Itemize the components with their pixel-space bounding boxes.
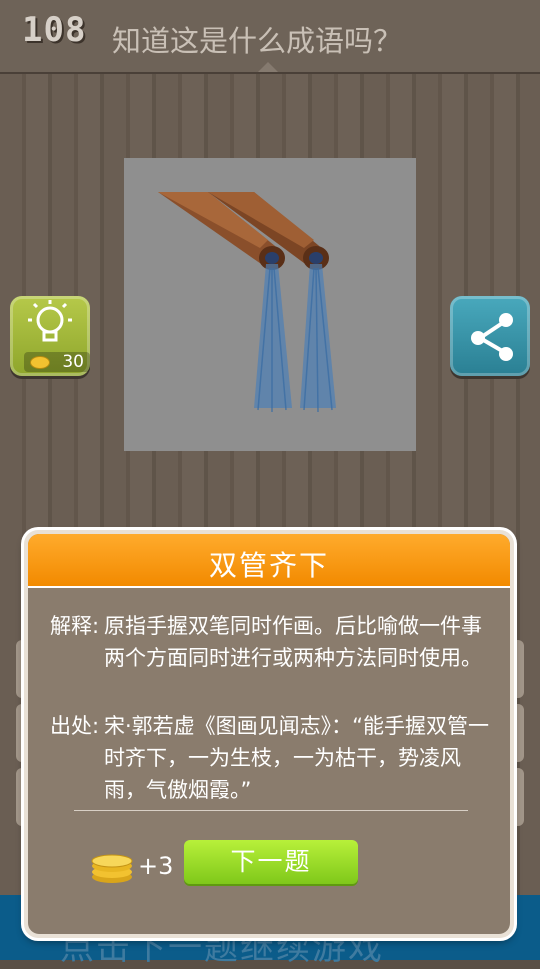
- puzzle-image: [124, 158, 416, 451]
- top-bar: 108 知道这是什么成语吗？: [0, 0, 540, 74]
- meaning-text: 原指手握双笔同时作画。后比喻做一件事两个方面同时进行或两种方法同时使用。: [104, 614, 482, 670]
- dialog-header: 双管齐下: [28, 534, 510, 588]
- dialog-divider: [74, 810, 468, 811]
- dialog-body: 双管齐下 解释: 原指手握双笔同时作画。后比喻做一件事两个方面同时进行或两种方法…: [28, 534, 510, 934]
- coin-reward: +3: [138, 852, 174, 880]
- lightbulb-icon: [28, 300, 72, 342]
- answer-dialog: 双管齐下 解释: 原指手握双笔同时作画。后比喻做一件事两个方面同时进行或两种方法…: [24, 530, 514, 938]
- coin-icon: [30, 356, 50, 369]
- source-label: 出处:: [50, 714, 100, 738]
- hint-cost: 30: [24, 352, 90, 372]
- hint-cost-value: 30: [62, 352, 84, 372]
- share-button[interactable]: [450, 296, 530, 376]
- source-text: 宋·郭若虚《图画见闻志》：“能手握双管一时齐下，一为生枝，一为枯干，势凌风雨，气…: [104, 714, 490, 802]
- question-text: 知道这是什么成语吗？: [112, 24, 403, 58]
- idiom-title: 双管齐下: [208, 549, 329, 582]
- hint-button[interactable]: 30: [10, 296, 90, 376]
- coin-stack-icon: [91, 854, 133, 883]
- meaning-label: 解释:: [50, 614, 100, 638]
- brush-pipes-illustration: [158, 192, 336, 413]
- header-notch: [258, 62, 278, 72]
- share-icon: [471, 313, 513, 361]
- next-question-button[interactable]: 下一题: [184, 840, 358, 884]
- level-number: 108: [22, 10, 87, 50]
